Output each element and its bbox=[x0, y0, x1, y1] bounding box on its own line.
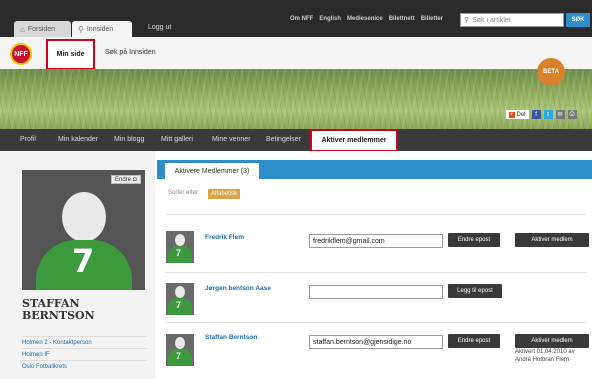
search-button[interactable]: SØK bbox=[566, 13, 590, 27]
tab-innsiden-label: Innsiden bbox=[86, 25, 114, 33]
nav-min-kalender[interactable]: Min kalender bbox=[58, 136, 98, 143]
nav-profil[interactable]: Profil bbox=[20, 136, 36, 143]
email-field[interactable]: staffan.berntson@gjensidige.no bbox=[309, 335, 443, 349]
tab-innsiden[interactable]: ⚲ Innsiden bbox=[72, 21, 132, 37]
email-field[interactable] bbox=[309, 285, 443, 299]
beta-badge: BETA bbox=[537, 58, 565, 86]
member-avatar: 7 bbox=[166, 231, 194, 263]
jersey-number: 7 bbox=[72, 242, 95, 280]
profile-name: STAFFAN BERNTSON bbox=[22, 297, 95, 322]
sok-innsiden-link[interactable]: Søk på Innsiden bbox=[105, 49, 156, 56]
tab-forsiden[interactable]: ⌂ Forsiden bbox=[14, 21, 71, 37]
person-icon: ⚲ bbox=[78, 24, 84, 34]
email-icon[interactable]: ✉ bbox=[555, 110, 565, 119]
activate-member-button[interactable]: Aktiver medlem bbox=[515, 233, 589, 247]
tab-forsiden-label: Forsiden bbox=[27, 25, 56, 33]
nav-min-blogg[interactable]: Min blogg bbox=[114, 136, 144, 143]
toplink-billettnett[interactable]: Bilettnett bbox=[389, 16, 415, 22]
toplink-billetter[interactable]: Billetter bbox=[421, 16, 443, 22]
affiliation-list: Holmen 2 - Kontaktperson Holmen IF Oslo … bbox=[22, 336, 147, 372]
min-side-link[interactable]: Min side bbox=[46, 39, 95, 70]
grass-banner bbox=[0, 69, 592, 129]
edit-photo-label: Endre bbox=[115, 176, 132, 183]
nav-mine-venner[interactable]: Mine venner bbox=[212, 136, 251, 143]
add-email-button[interactable]: Legg til epost bbox=[448, 284, 502, 298]
activation-note: Aktivert 01.04.2010 av Andre Hotbran Fle… bbox=[515, 349, 575, 363]
toplink-english[interactable]: English bbox=[319, 16, 341, 22]
member-name[interactable]: Jørgen bentson Aase bbox=[205, 285, 271, 292]
share-button[interactable]: + Del bbox=[506, 110, 529, 119]
nav-mitt-galleri[interactable]: Mitt galleri bbox=[161, 136, 193, 143]
divider bbox=[165, 322, 587, 323]
camera-icon: ◘ bbox=[133, 176, 137, 183]
divider bbox=[165, 214, 587, 215]
share-bar: + Del f t ✉ ⎙ bbox=[506, 110, 577, 119]
nav-betingelser[interactable]: Betingelser bbox=[266, 136, 301, 143]
affiliation-link[interactable]: Oslo Fotballkrets bbox=[22, 360, 147, 372]
profile-photo: 7 bbox=[22, 170, 145, 290]
plus-icon: + bbox=[509, 111, 515, 118]
sort-label: Sorter etter: bbox=[168, 190, 200, 196]
member-avatar: 7 bbox=[166, 334, 194, 366]
search-icon: ⚲ bbox=[464, 17, 470, 24]
share-label: Del bbox=[516, 111, 526, 118]
facebook-icon[interactable]: f bbox=[531, 110, 541, 119]
member-name[interactable]: Fredrik Flem bbox=[205, 234, 244, 241]
nav-aktiver-medlemmer[interactable]: Aktiver medlemmer bbox=[310, 129, 398, 152]
email-field[interactable]: fredrikflem@gmail.com bbox=[309, 234, 443, 248]
sort-alfabetisk-button[interactable]: Alfabetisk bbox=[208, 189, 241, 199]
affiliation-link[interactable]: Holmen IF bbox=[22, 348, 147, 360]
avatar-head bbox=[62, 192, 106, 242]
edit-email-button[interactable]: Endre epost bbox=[448, 334, 500, 348]
edit-email-button[interactable]: Endre epost bbox=[448, 233, 500, 247]
nff-logo[interactable]: NFF bbox=[10, 43, 32, 65]
top-links: Om NFF English Mediesenice Bilettnett Bi… bbox=[290, 16, 443, 22]
search-input[interactable]: ⚲ Søk i artikler bbox=[460, 13, 564, 27]
logout-link[interactable]: Logg ut bbox=[148, 24, 171, 31]
affiliation-link[interactable]: Holmen 2 - Kontaktperson bbox=[22, 336, 147, 348]
member-name[interactable]: Staffan Berntson bbox=[205, 334, 257, 341]
home-icon: ⌂ bbox=[20, 24, 25, 34]
activate-member-button[interactable]: Aktiver medlem bbox=[515, 334, 589, 348]
twitter-icon[interactable]: t bbox=[543, 110, 553, 119]
toplink-medieservice[interactable]: Mediesenice bbox=[347, 16, 383, 22]
member-avatar: 7 bbox=[166, 283, 194, 315]
print-icon[interactable]: ⎙ bbox=[567, 110, 577, 119]
tab-aktivere-medlemmer[interactable]: Aktivere Medlemmer (3) bbox=[165, 163, 259, 179]
search-placeholder: Søk i artikler bbox=[472, 16, 512, 24]
edit-photo-button[interactable]: Endre ◘ bbox=[111, 175, 141, 184]
toplink-om-nff[interactable]: Om NFF bbox=[290, 16, 313, 22]
divider bbox=[165, 272, 587, 273]
